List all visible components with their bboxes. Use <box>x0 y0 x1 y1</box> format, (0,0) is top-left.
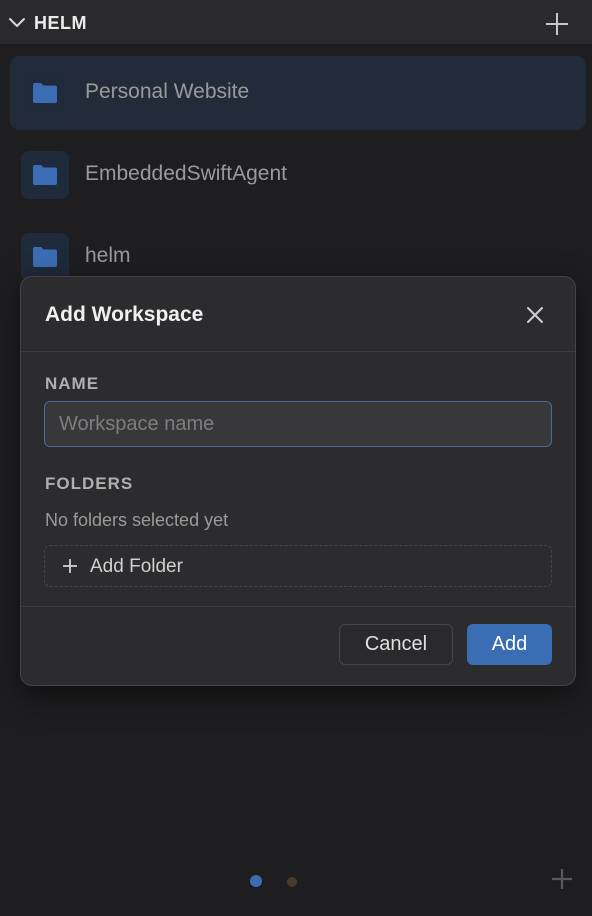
folder-icon <box>21 69 69 117</box>
add-workspace-dialog: Add Workspace NAME FOLDERS No folders se… <box>20 276 576 686</box>
add-folder-label: Add Folder <box>90 556 183 577</box>
workspace-label: EmbeddedSwiftAgent <box>85 162 287 185</box>
folder-icon <box>21 233 69 281</box>
dialog-footer-divider <box>21 606 575 607</box>
workspace-item-embeddedswiftagent[interactable]: EmbeddedSwiftAgent <box>10 138 586 212</box>
add-button[interactable]: Add <box>467 624 552 665</box>
chevron-down-icon[interactable] <box>8 14 26 32</box>
workspace-item-personal-website[interactable]: Personal Website <box>10 56 586 130</box>
folder-icon <box>21 151 69 199</box>
folders-section-label: FOLDERS <box>45 474 134 493</box>
app-window: HELM Personal Website EmbeddedSwiftAgent <box>0 0 592 916</box>
folders-empty-message: No folders selected yet <box>45 510 229 530</box>
close-icon[interactable] <box>525 305 545 325</box>
dialog-title: Add Workspace <box>45 303 204 326</box>
name-section-label: NAME <box>45 374 100 393</box>
add-workspace-icon[interactable] <box>544 11 570 37</box>
page-dot-active[interactable] <box>250 875 262 887</box>
plus-icon <box>63 559 77 573</box>
add-page-icon[interactable] <box>551 868 573 890</box>
sidebar-header: HELM <box>0 0 592 44</box>
sidebar-title: HELM <box>34 13 87 33</box>
workspace-label: helm <box>85 244 131 267</box>
workspace-name-input[interactable] <box>44 401 552 447</box>
dialog-header-divider <box>21 351 575 352</box>
add-folder-button[interactable]: Add Folder <box>44 545 552 587</box>
page-dot[interactable] <box>287 877 297 887</box>
workspace-label: Personal Website <box>85 80 250 103</box>
cancel-button[interactable]: Cancel <box>339 624 453 665</box>
